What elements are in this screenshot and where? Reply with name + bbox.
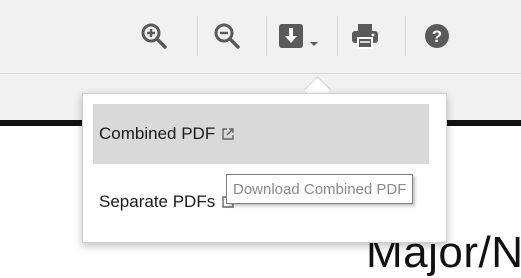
- print-icon: [352, 24, 378, 49]
- toolbar-separator: [197, 16, 198, 56]
- menu-item-label: Separate PDFs: [99, 192, 216, 211]
- external-link-icon: [221, 127, 235, 141]
- print-button[interactable]: [349, 20, 381, 52]
- zoom-in-button[interactable]: [138, 20, 170, 52]
- menu-item-label: Combined PDF: [99, 124, 216, 143]
- download-menu: Combined PDF Separate PDFs: [82, 93, 447, 243]
- zoom-out-icon: [214, 23, 240, 49]
- zoom-in-icon: [141, 23, 167, 49]
- svg-text:?: ?: [432, 27, 442, 46]
- help-icon: ?: [425, 24, 449, 48]
- toolbar-separator: [405, 16, 406, 56]
- zoom-out-button[interactable]: [211, 20, 243, 52]
- toolbar-separator: [266, 16, 267, 56]
- help-button[interactable]: ?: [421, 20, 453, 52]
- toolbar-separator: [337, 16, 338, 56]
- menu-item-combined-pdf[interactable]: Combined PDF: [93, 104, 429, 164]
- tooltip: Download Combined PDF: [226, 174, 414, 204]
- toolbar: ?: [0, 0, 521, 73]
- download-dropdown-icon: [279, 24, 318, 48]
- download-dropdown-button[interactable]: [275, 20, 325, 52]
